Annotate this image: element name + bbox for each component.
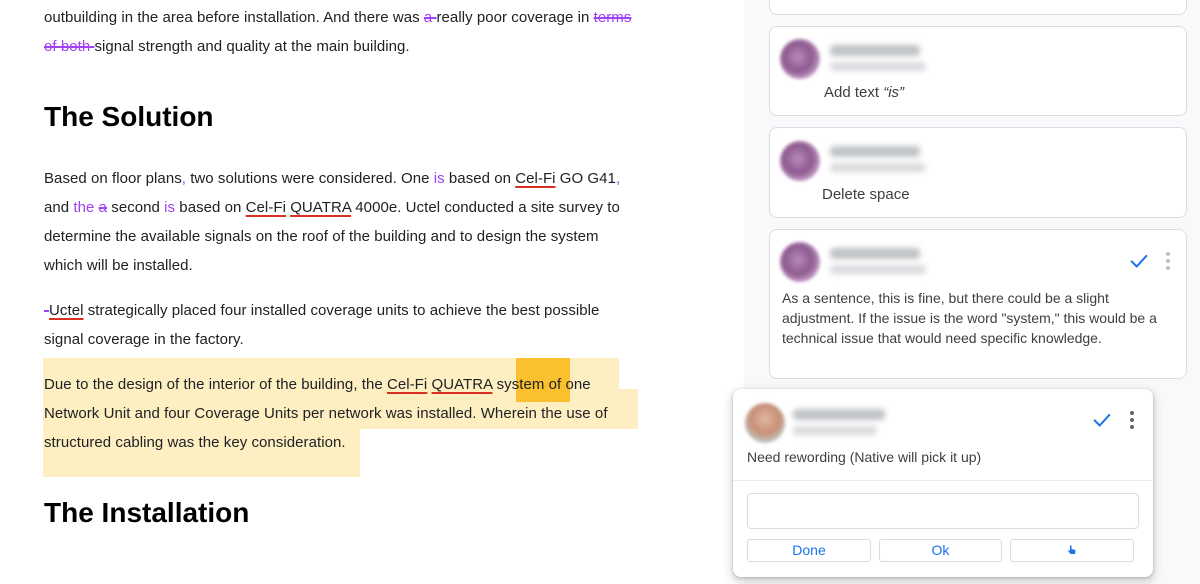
suggested-insertion[interactable]: is xyxy=(434,170,445,187)
comment-timestamp xyxy=(793,426,877,435)
text-run: outbuilding in the area before installat… xyxy=(44,9,424,26)
spelling-flag[interactable]: Cel-Fi xyxy=(246,199,286,216)
doc-line[interactable]: of both signal strength and quality at t… xyxy=(44,37,410,57)
user-name xyxy=(830,45,920,56)
check-icon[interactable] xyxy=(1128,250,1150,272)
user-name xyxy=(830,248,920,259)
text-run: really poor coverage in xyxy=(436,9,594,26)
suggested-deletion[interactable]: a xyxy=(424,9,437,26)
doc-line[interactable]: -Uctel strategically placed four install… xyxy=(44,301,599,321)
document-page[interactable]: outbuilding in the area before installat… xyxy=(0,0,744,584)
reply-input[interactable] xyxy=(747,493,1139,529)
user-avatar xyxy=(780,242,820,282)
suggested-deletion[interactable]: terms xyxy=(594,9,632,26)
text-run: Based on floor plans xyxy=(44,170,182,187)
doc-line[interactable]: determine the available signals on the r… xyxy=(44,227,599,247)
doc-line[interactable]: Network Unit and four Coverage Units per… xyxy=(44,404,608,424)
more-vert-icon[interactable] xyxy=(1129,411,1135,431)
comment-text: Need rewording (Native will pick it up) xyxy=(747,449,982,465)
more-vert-icon[interactable] xyxy=(1165,252,1171,272)
user-avatar xyxy=(780,141,820,181)
doc-line[interactable]: signal coverage in the factory. xyxy=(44,330,244,350)
active-comment-card[interactable]: Need rewording (Native will pick it up) … xyxy=(733,389,1153,577)
comment-timestamp xyxy=(830,62,926,71)
comment-text-line: adjustment. If the issue is the word "sy… xyxy=(782,310,1157,326)
comment-text-line: technical issue that would need specific… xyxy=(782,330,1102,346)
suggested-deletion[interactable]: a xyxy=(99,199,107,216)
comment-text-line: As a sentence, this is fine, but there c… xyxy=(782,290,1109,306)
text-run: strategically placed four installed cove… xyxy=(83,302,600,319)
doc-line[interactable]: which will be installed. xyxy=(44,256,193,276)
done-button[interactable]: Done xyxy=(747,539,871,562)
comment-text: Add text “is” xyxy=(824,84,905,101)
divider xyxy=(733,480,1153,481)
comment-card[interactable]: Delete space xyxy=(769,127,1187,218)
user-name xyxy=(793,409,885,420)
doc-line[interactable]: and the a second is based on Cel-Fi QUAT… xyxy=(44,198,620,218)
text-run: 4000e. Uctel conducted a site survey to xyxy=(351,199,620,216)
text-run: signal strength and quality at the main … xyxy=(94,38,410,55)
text-run: based on xyxy=(444,170,516,187)
user-avatar xyxy=(745,403,785,443)
text-run: Due to the design of the interior of the… xyxy=(44,376,387,393)
suggested-deletion[interactable]: of both xyxy=(44,38,94,55)
spelling-flag[interactable]: Uctel xyxy=(49,302,83,319)
spelling-flag[interactable]: QUATRA xyxy=(290,199,351,216)
highlighted-word-system[interactable]: system xyxy=(497,376,545,393)
text-run: and xyxy=(44,199,74,216)
suggested-insertion[interactable]: , xyxy=(616,170,620,187)
spelling-flag[interactable]: Cel-Fi xyxy=(387,376,427,393)
comment-card[interactable]: As a sentence, this is fine, but there c… xyxy=(769,229,1187,379)
user-avatar xyxy=(780,39,820,79)
heading-solution: The Solution xyxy=(44,101,214,132)
user-name xyxy=(830,146,920,157)
spelling-flag[interactable]: QUATRA xyxy=(432,376,493,393)
ok-button[interactable]: Ok xyxy=(879,539,1002,562)
text-run: of one xyxy=(544,376,591,393)
spelling-flag[interactable]: Cel-Fi xyxy=(515,170,555,187)
doc-line[interactable]: Due to the design of the interior of the… xyxy=(44,375,591,395)
pointer-button[interactable] xyxy=(1010,539,1134,562)
pointer-icon xyxy=(1068,545,1076,554)
heading-installation: The Installation xyxy=(44,497,250,528)
suggested-insertion[interactable]: the xyxy=(73,199,94,216)
doc-line[interactable]: Based on floor plans, two solutions were… xyxy=(44,169,620,189)
text-run: GO G41 xyxy=(555,170,616,187)
comment-card[interactable]: Add text “is” xyxy=(769,26,1187,116)
comment-timestamp xyxy=(830,163,926,172)
doc-line[interactable]: structured cabling was the key considera… xyxy=(44,433,346,453)
check-icon[interactable] xyxy=(1091,409,1113,431)
text-run: two solutions were considered. One xyxy=(185,170,434,187)
text-run: second xyxy=(107,199,165,216)
comment-card[interactable] xyxy=(769,0,1187,15)
doc-line[interactable]: outbuilding in the area before installat… xyxy=(44,8,631,28)
suggested-insertion[interactable]: is xyxy=(164,199,175,216)
text-run: based on xyxy=(175,199,246,216)
comment-text: Delete space xyxy=(822,186,910,203)
comment-timestamp xyxy=(830,265,926,274)
